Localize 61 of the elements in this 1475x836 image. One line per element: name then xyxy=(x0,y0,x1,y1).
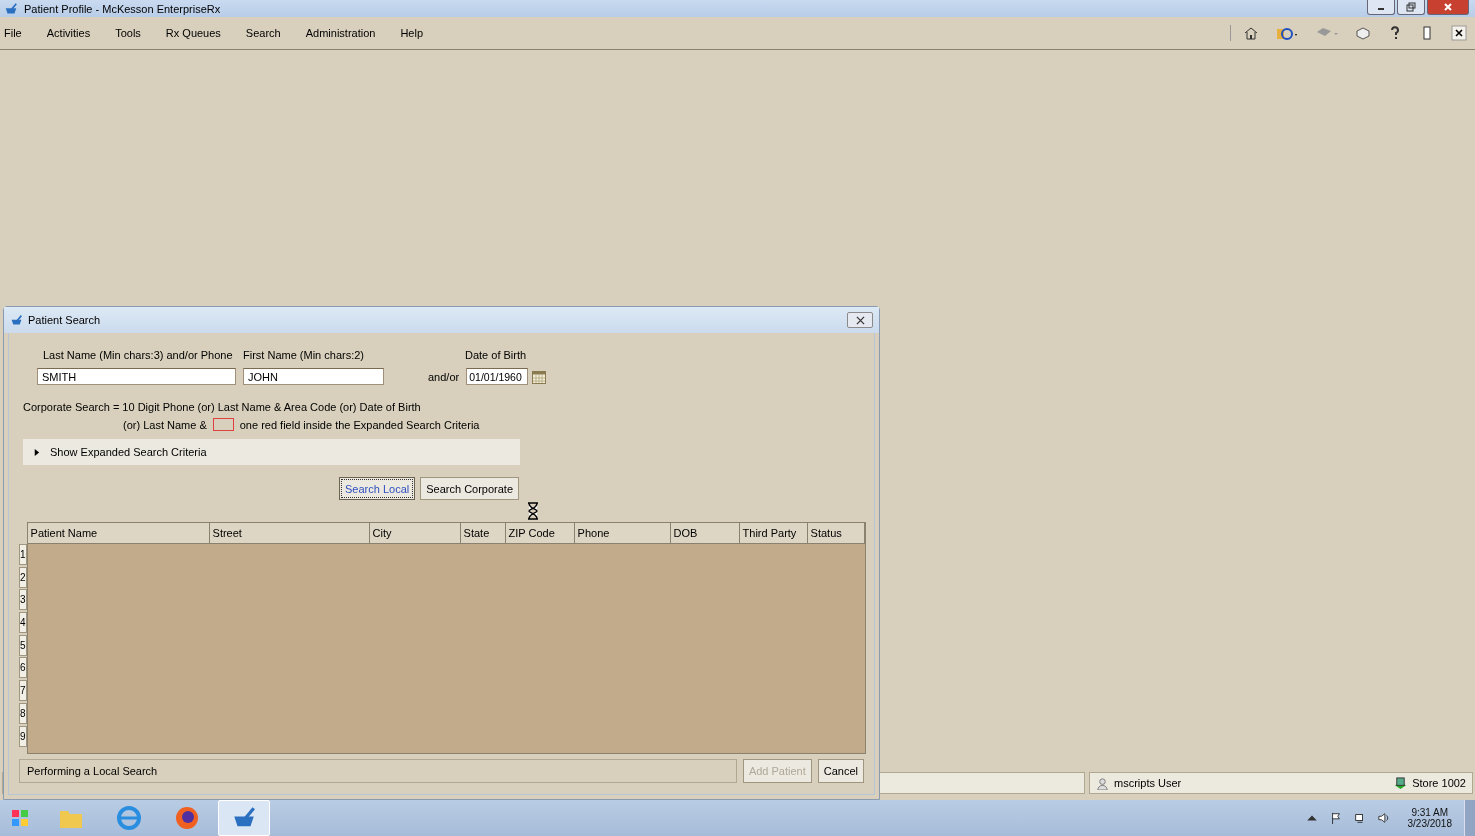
box-icon[interactable] xyxy=(1355,25,1371,41)
input-field[interactable]: SMITH xyxy=(37,368,236,385)
note-text: one red field inside the Expanded Search Criteria xyxy=(239,418,480,431)
field-label: Last Name (Min chars:3) and/or Phone xyxy=(42,349,234,361)
field-label: First Name (Min chars:2) xyxy=(243,349,366,361)
menu-item[interactable]: Administration xyxy=(305,27,376,39)
row-number: 1 xyxy=(19,544,27,565)
flag-icon[interactable] xyxy=(1329,812,1342,824)
mortar-pestle-icon xyxy=(10,313,23,327)
store-icon xyxy=(1394,776,1408,790)
close-button[interactable] xyxy=(847,312,873,328)
close-button[interactable] xyxy=(1427,0,1469,15)
network-icon[interactable] xyxy=(1353,812,1366,824)
row-number: 9 xyxy=(19,725,27,747)
minimize-button[interactable] xyxy=(1367,0,1395,15)
close-icon xyxy=(1443,2,1453,12)
input-field[interactable]: 01/01/1960 xyxy=(466,368,529,385)
row-number: 3 xyxy=(19,589,27,611)
menu-item[interactable]: Activities xyxy=(46,27,91,39)
menu-item[interactable]: File xyxy=(4,27,22,39)
home-icon[interactable] xyxy=(1243,25,1259,41)
store-name: Store 1002 xyxy=(1412,777,1466,789)
user-icon xyxy=(1096,776,1109,790)
row-number: 8 xyxy=(19,702,27,724)
user-name: mscripts User xyxy=(1114,777,1182,789)
input-field[interactable]: JOHN xyxy=(243,368,384,385)
restore-button[interactable] xyxy=(1397,0,1425,15)
menu-item[interactable]: Rx Queues xyxy=(165,27,221,39)
row-number: 4 xyxy=(19,612,27,634)
close-icon xyxy=(855,315,865,325)
status-message: Performing a Local Search xyxy=(19,759,737,783)
row-number: 6 xyxy=(19,657,27,679)
footer-button[interactable]: Cancel xyxy=(817,759,864,783)
menu-item[interactable]: Tools xyxy=(115,27,141,39)
windows-logo-icon xyxy=(10,808,30,828)
menu-item[interactable]: Help xyxy=(400,27,424,39)
clock-time[interactable]: 9:31 AM xyxy=(1411,807,1449,818)
window-title: Patient Profile - McKesson EnterpriseRx xyxy=(24,2,221,15)
row-number: 2 xyxy=(19,566,27,588)
search-button[interactable]: Search Corporate xyxy=(420,477,520,500)
connector-label: and/or xyxy=(428,370,460,383)
expand-arrow-icon xyxy=(33,448,40,456)
clock-date[interactable]: 3/23/2018 xyxy=(1407,818,1452,829)
expander-label: Show Expanded Search Criteria xyxy=(50,446,207,458)
row-number: 5 xyxy=(19,634,27,656)
field-label: Date of Birth xyxy=(464,349,528,361)
dialog-title: Patient Search xyxy=(28,314,101,326)
note-text: (or) Last Name & xyxy=(123,418,207,431)
mortar-pestle-icon xyxy=(4,1,18,16)
expander-bar[interactable]: Show Expanded Search Criteria xyxy=(23,439,520,465)
close-icon[interactable] xyxy=(1451,25,1467,41)
hourglass-icon xyxy=(527,502,539,520)
note-text: Corporate Search = 10 Digit Phone (or) Last Name & Area Code (or) Date of Birth xyxy=(22,401,422,413)
speaker-icon[interactable] xyxy=(1377,812,1390,824)
menu-item[interactable]: Search xyxy=(245,27,281,39)
row-number: 7 xyxy=(19,680,27,702)
taskbar-button[interactable] xyxy=(218,800,270,836)
search-button[interactable]: Search Local xyxy=(339,477,416,500)
restore-icon xyxy=(1406,2,1416,12)
required-field-swatch xyxy=(212,418,234,431)
calendar-icon[interactable] xyxy=(532,369,547,384)
